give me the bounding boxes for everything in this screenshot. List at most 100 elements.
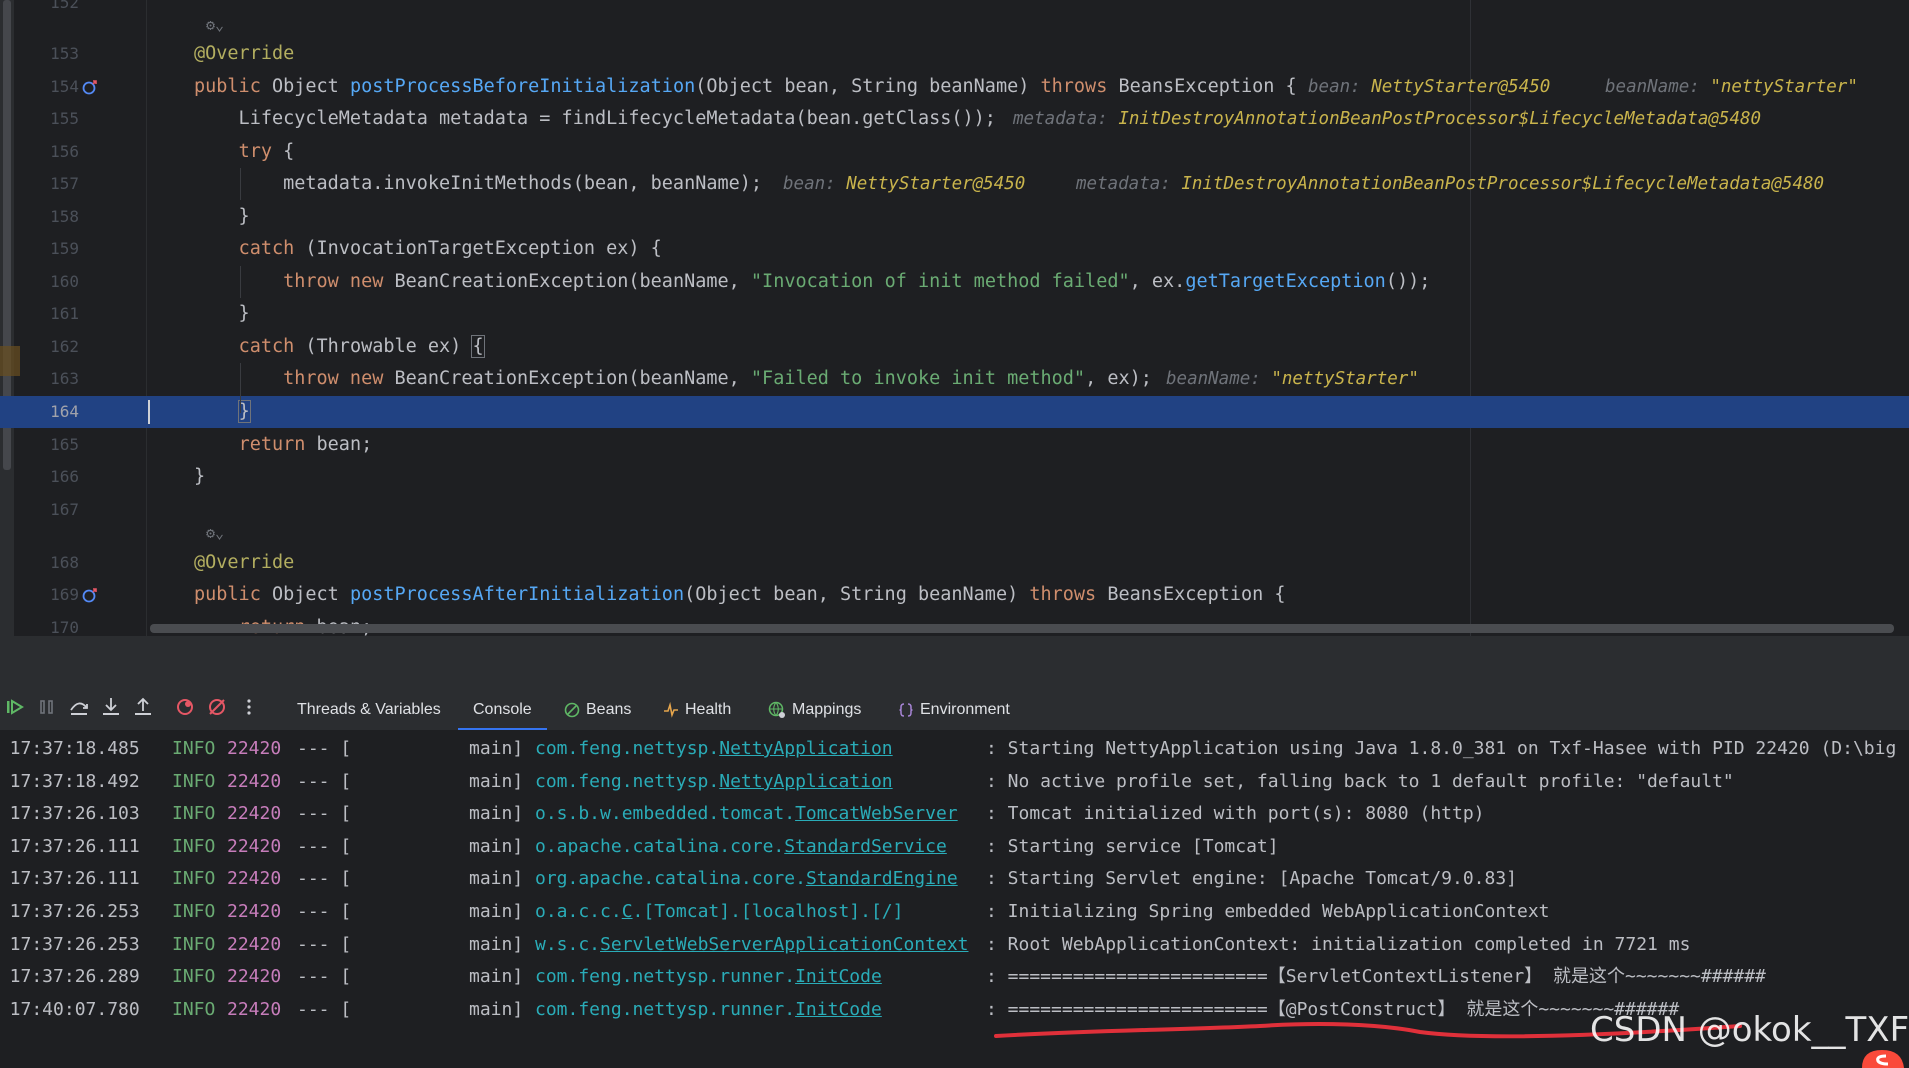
code-line[interactable]: 161 } [0,298,1909,330]
lambda-fold-icon[interactable]: ⚙⌄ [206,16,236,36]
tab-beans[interactable]: Beans [564,686,631,730]
panel-header-area [0,636,1909,686]
code-text[interactable]: catch (Throwable ex) { [194,331,485,363]
code-line[interactable]: 158 } [0,201,1909,233]
code-line[interactable]: 169 public Object postProcessAfterInitial… [0,579,1909,611]
tab-console[interactable]: Console [458,686,547,730]
indent-guide [240,363,241,413]
code-text[interactable]: throw new BeanCreationException(beanName… [194,266,1430,298]
line-number[interactable]: 161 [24,298,79,330]
line-number[interactable]: 157 [24,168,79,200]
line-number[interactable]: 156 [24,136,79,168]
code-token: throw new [283,368,395,389]
line-number[interactable]: 152 [24,0,79,19]
override-method-icon[interactable] [82,587,98,603]
line-number[interactable]: 168 [24,547,79,579]
environment-icon [899,703,913,717]
code-text[interactable]: } [194,201,250,233]
code-line[interactable]: 152 [0,0,1909,19]
lambda-fold-icon[interactable]: ⚙⌄ [206,524,236,544]
execution-point-line[interactable]: 164 } [0,396,1909,428]
code-text[interactable]: catch (InvocationTargetException ex) { [194,233,662,265]
inline-debug-value[interactable]: bean: NettyStarter@5450 [1308,71,1550,103]
code-token: LifecycleMetadata metadata = findLifecyc… [194,108,996,129]
code-line[interactable]: 159 catch (InvocationTargetException ex)… [0,233,1909,265]
code-line[interactable]: 156 try { [0,136,1909,168]
step-over-icon[interactable] [68,696,90,718]
code-text[interactable]: public Object postProcessBeforeInitializ… [194,71,1297,103]
step-out-icon[interactable] [132,696,154,718]
code-token: BeansException { [1118,76,1297,97]
health-icon [664,701,678,718]
code-token: (Throwable ex) [305,336,473,357]
code-text[interactable]: throw new BeanCreationException(beanName… [194,363,1152,395]
code-text[interactable]: LifecycleMetadata metadata = findLifecyc… [194,103,996,135]
line-number[interactable]: 158 [24,201,79,233]
code-line[interactable]: 166} [0,461,1909,493]
inline-debug-value[interactable]: bean: NettyStarter@5450 [783,168,1025,200]
code-line[interactable]: 167 [0,494,1909,526]
code-line[interactable]: 165 return bean; [0,429,1909,461]
debug-var-value: NettyStarter@5450 [846,174,1026,194]
code-line[interactable]: 168 @Override [0,547,1909,579]
inline-debug-value[interactable]: beanName: "nettyStarter" [1166,363,1419,395]
code-text[interactable]: @Override [194,38,294,70]
debug-var-value: InitDestroyAnnotationBeanPostProcessor$L… [1181,174,1825,194]
line-number[interactable]: 154 [24,71,79,103]
tab-mappings[interactable]: Mappings [768,686,861,730]
code-line[interactable]: 157 metadata.invokeInitMethods(bean, bea… [0,168,1909,200]
line-number[interactable]: 160 [24,266,79,298]
inline-debug-value[interactable]: beanName: "nettyStarter" [1605,71,1858,103]
code-text[interactable]: try { [194,136,295,168]
code-token: ()); [1385,271,1431,292]
code-text[interactable]: @Override [194,547,294,579]
code-text[interactable]: public Object postProcessAfterInitializa… [194,579,1286,611]
code-line[interactable]: 163 throw new BeanCreationException(bean… [0,363,1909,395]
line-number[interactable]: 155 [24,103,79,135]
override-method-icon[interactable] [82,79,98,95]
code-line[interactable]: 153 @Override [0,38,1909,70]
code-text[interactable]: return bean; [194,429,373,461]
code-editor[interactable]: 152 153 @Override 154 public Object postProc… [0,0,1909,636]
code-line[interactable]: 162 catch (Throwable ex) { [0,331,1909,363]
code-text[interactable]: metadata.invokeInitMethods(bean, beanNam… [194,168,762,200]
resume-icon[interactable] [4,696,26,718]
code-token: } [194,466,206,487]
line-number[interactable]: 164 [24,396,79,428]
line-number[interactable]: 159 [24,233,79,265]
code-text[interactable]: } [194,396,251,428]
line-number[interactable]: 166 [24,461,79,493]
debug-toolbar: Threads & Variables Console Beans Health… [0,686,1909,730]
line-number[interactable]: 170 [24,612,79,636]
inline-debug-value[interactable]: metadata: InitDestroyAnnotationBeanPostP… [1076,168,1824,200]
view-breakpoints-icon[interactable] [174,696,196,718]
line-number[interactable]: 167 [24,494,79,526]
line-number[interactable]: 162 [24,331,79,363]
code-token: throws [1040,76,1119,97]
code-line[interactable]: 160 throw new BeanCreationException(bean… [0,266,1909,298]
code-text[interactable]: } [194,461,205,493]
debug-var-name: bean: [1308,77,1372,97]
step-into-icon[interactable] [100,696,122,718]
mute-breakpoints-icon[interactable] [206,696,228,718]
code-token: "Failed to invoke init method" [750,368,1086,389]
line-number[interactable]: 165 [24,429,79,461]
line-number[interactable]: 169 [24,579,79,611]
line-number[interactable]: 163 [24,363,79,395]
code-line[interactable]: 154 public Object postProcessBeforeInitia… [0,71,1909,103]
tab-threads-variables[interactable]: Threads & Variables [297,686,441,730]
csdn-logo-icon [1862,1050,1904,1068]
horizontal-scrollbar[interactable] [150,624,1894,633]
debug-var-value: "nettyStarter" [1710,77,1858,97]
code-token: @Override [194,43,295,64]
code-line[interactable]: 155 LifecycleMetadata metadata = findLif… [0,103,1909,135]
tab-health[interactable]: Health [663,686,731,730]
code-token: throw new [283,271,395,292]
more-options-icon[interactable] [238,696,260,718]
code-text[interactable]: } [194,298,250,330]
pause-icon[interactable] [36,696,58,718]
line-number[interactable]: 153 [24,38,79,70]
inline-debug-value[interactable]: metadata: InitDestroyAnnotationBeanPostP… [1013,103,1761,135]
tab-environment[interactable]: Environment [898,686,1010,730]
